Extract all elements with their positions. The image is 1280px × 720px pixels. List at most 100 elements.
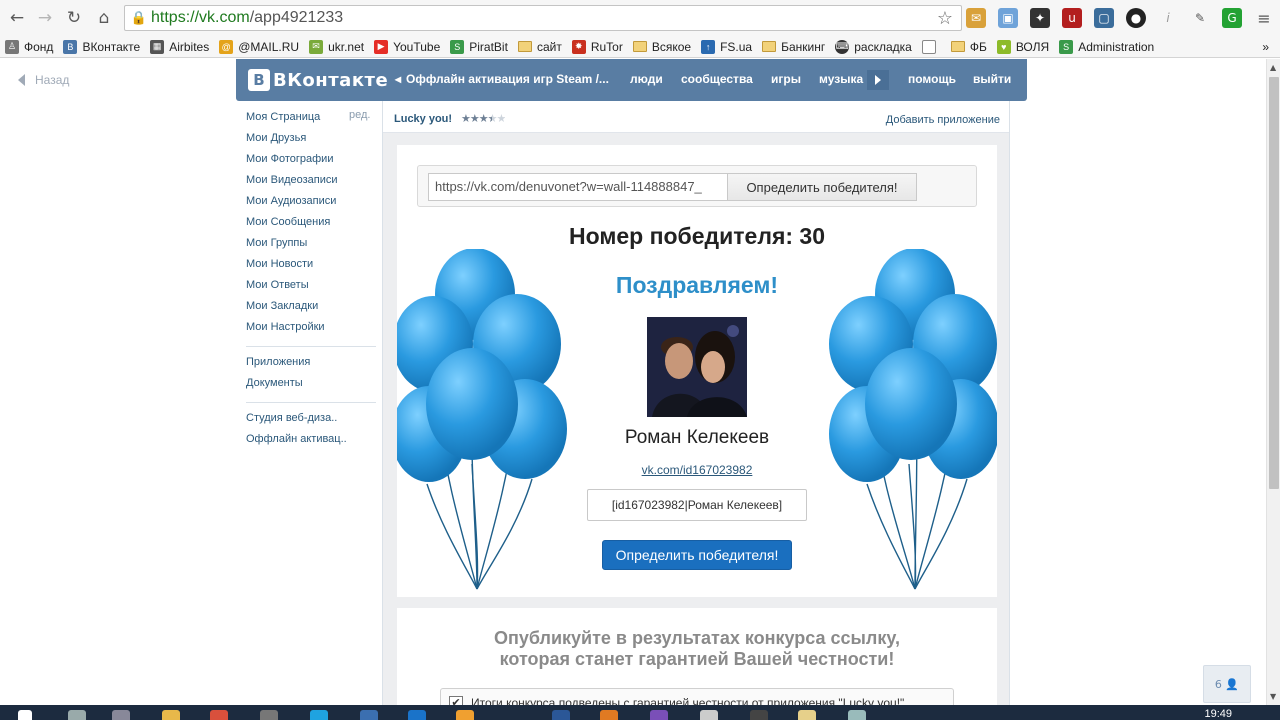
online-friends-widget[interactable]: 6 👤 [1203,665,1251,703]
nav-help[interactable]: помощь [908,72,956,86]
menu-item-offline-activation[interactable]: Оффлайн активац.. [246,431,376,452]
post-url-input[interactable]: https://vk.com/denuvonet?w=wall-11488884… [428,173,728,201]
determine-winner-small-button[interactable]: Определить победителя! [727,173,917,201]
app-icon[interactable] [848,710,866,720]
publish-line-2: которая станет гарантией Вашей честности… [499,649,895,669]
winner-mention-field[interactable]: [id167023982|Роман Келекеев] [587,489,807,521]
app-icon[interactable] [750,710,768,720]
vk-logo[interactable]: В ВКонтакте [248,69,388,91]
menu-item-messages[interactable]: Мои Сообщения [246,214,376,235]
extension-icon[interactable]: ● [1126,8,1146,28]
bookmarks-more[interactable]: » [1257,37,1274,57]
menu-icon[interactable]: ≡ [1254,8,1274,28]
app-icon[interactable] [798,710,816,720]
nav-logout[interactable]: выйти [973,72,1011,86]
menu-item-friends[interactable]: Мои Друзья [246,130,376,151]
more-chevron-icon: » [1262,39,1269,54]
extension-icon[interactable]: G [1222,8,1242,28]
nav-games[interactable]: игры [771,72,801,86]
app-crumb[interactable]: Оффлайн активация игр Steam /... [406,72,609,86]
bookmark-folder[interactable]: Всякое [628,37,696,57]
bookmark-star-icon[interactable]: ☆ [937,8,953,29]
menu-item-web-studio[interactable]: Студия веб-диза.. [246,410,376,431]
address-bar[interactable]: 🔒 https://vk.com/app4921233 ☆ [124,5,962,31]
winner-avatar[interactable] [647,317,747,417]
app-icon[interactable] [260,710,278,720]
bookmark-item[interactable]: S Administration [1054,37,1159,57]
bookmark-item[interactable]: ♙ Фонд [0,37,58,57]
menu-item-groups[interactable]: Мои Группы [246,235,376,256]
bookmark-label: YouTube [393,39,441,54]
taskbar-clock[interactable]: 19:49 [1204,708,1232,720]
bookmark-item[interactable]: @ @MAIL.RU [214,37,304,57]
scroll-down-icon[interactable]: ▼ [1270,692,1276,701]
explorer-icon[interactable] [162,710,180,720]
back-link[interactable]: Назад [18,73,69,87]
menu-item-bookmarks[interactable]: Мои Закладки [246,298,376,319]
word-icon[interactable] [552,710,570,720]
home-icon[interactable]: ⌂ [91,5,117,31]
extension-icon[interactable]: ✦ [1030,8,1050,28]
info-icon[interactable]: i [1158,8,1178,28]
determine-winner-button[interactable]: Определить победителя! [602,540,792,570]
reload-icon[interactable]: ↻ [61,5,87,31]
extension-icon[interactable]: ▢ [1094,8,1114,28]
bookmark-folder[interactable]: ФБ [946,37,992,57]
menu-item-apps[interactable]: Приложения [246,354,376,375]
adblock-icon[interactable]: u [1062,8,1082,28]
bookmark-label: RuTor [590,39,623,54]
guarantee-checkbox[interactable]: ✔ [449,696,463,705]
firefox-icon[interactable] [600,710,618,720]
bookmark-item[interactable]: ✸ RuTor [567,37,628,57]
bookmark-item[interactable]: В ВКонтакте [58,37,145,57]
bookmark-item[interactable]: S PiratBit [445,37,513,57]
back-arrow-icon[interactable]: ← [4,5,30,31]
bookmark-item[interactable]: ⌨ раскладка [830,37,917,57]
bookmark-folder[interactable]: сайт [513,37,567,57]
menu-item-news[interactable]: Мои Новости [246,256,376,277]
extension-icon[interactable]: ✎ [1190,8,1210,28]
app-icon[interactable] [700,710,718,720]
menu-item-videos[interactable]: Мои Видеозаписи [246,172,376,193]
app-icon[interactable] [408,710,426,720]
search-icon[interactable] [68,710,86,720]
nav-music[interactable]: музыка [819,72,863,86]
nav-more-arrow[interactable] [867,70,889,90]
bookmark-item[interactable]: ↑ FS.ua [696,37,757,57]
bookmark-item[interactable]: ✉ ukr.net [304,37,369,57]
nav-people[interactable]: люди [630,72,663,86]
lock-icon: 🔒 [130,10,148,26]
app-crumb-arrow-icon: ◂ [395,72,402,86]
extension-icon[interactable]: ✉ [966,8,986,28]
extension-icon[interactable]: ▣ [998,8,1018,28]
winner-profile-link[interactable]: vk.com/id167023982 [397,463,997,477]
start-icon[interactable] [18,710,32,720]
nav-communities[interactable]: сообщества [681,72,753,86]
bookmark-item[interactable]: ▶ YouTube [369,37,445,57]
bookmark-label: Банкинг [781,39,826,54]
skype-icon[interactable] [310,710,328,720]
bookmark-folder[interactable]: Банкинг [757,37,830,57]
menu-item-audio[interactable]: Мои Аудиозаписи [246,193,376,214]
menu-item-settings[interactable]: Мои Настройки [246,319,376,340]
page-scrollbar[interactable]: ▲ ▼ [1266,59,1280,705]
forward-arrow-icon[interactable]: → [32,5,58,31]
viber-icon[interactable] [650,710,668,720]
add-app-link[interactable]: Добавить приложение [886,114,1000,126]
bookmark-item[interactable] [917,37,946,57]
menu-item-documents[interactable]: Документы [246,375,376,396]
app-name[interactable]: Lucky you! [394,113,452,125]
app-icon[interactable] [456,710,474,720]
menu-item-answers[interactable]: Мои Ответы [246,277,376,298]
post-url-row: https://vk.com/denuvonet?w=wall-11488884… [417,165,977,207]
menu-item-my-page[interactable]: Моя Страница [246,109,376,130]
chrome-icon[interactable] [210,710,228,720]
left-menu: Моя Страница Мои Друзья Мои Фотографии М… [246,109,376,452]
task-view-icon[interactable] [112,710,130,720]
menu-item-photos[interactable]: Мои Фотографии [246,151,376,172]
bookmark-item[interactable]: ♥ ВОЛЯ [992,37,1054,57]
scrollbar-thumb[interactable] [1269,77,1279,489]
app-icon[interactable] [360,710,378,720]
bookmark-item[interactable]: ▦ Airbites [145,37,214,57]
scroll-up-icon[interactable]: ▲ [1270,63,1276,72]
